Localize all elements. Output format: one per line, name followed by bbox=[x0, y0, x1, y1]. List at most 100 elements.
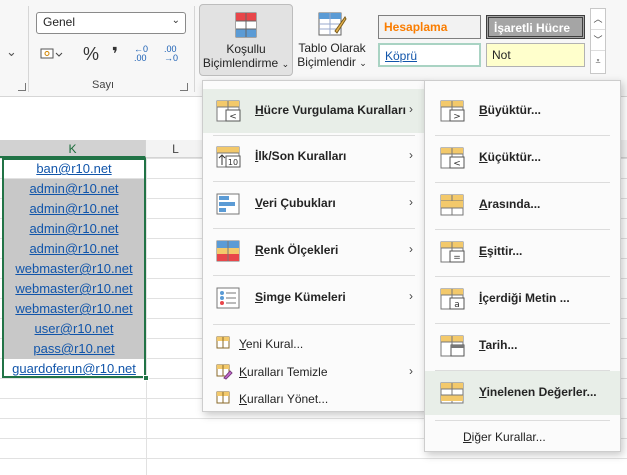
svg-text:>: > bbox=[453, 112, 461, 122]
chevron-right-icon: › bbox=[409, 289, 413, 303]
menu-item-new-rule[interactable]: Yeni Kural... bbox=[203, 331, 425, 357]
menu-item-clear-rules[interactable]: Kuralları Temizle › bbox=[203, 359, 425, 385]
chevron-right-icon: › bbox=[409, 195, 413, 209]
color-scales-icon bbox=[216, 240, 240, 262]
top-bottom-icon-wrap: 10 bbox=[215, 145, 243, 172]
less-than-icon-wrap: < bbox=[439, 146, 467, 173]
clear-rules-icon-wrap bbox=[215, 363, 233, 384]
column-header-l[interactable]: L bbox=[146, 140, 206, 158]
menu-item-label: Yeni Kural... bbox=[239, 337, 304, 351]
format-as-table-label-1: Tablo Olarak bbox=[298, 41, 366, 55]
column-header-k[interactable]: K bbox=[0, 140, 146, 158]
gallery-down-icon[interactable]: ﹀ bbox=[591, 30, 605, 51]
number-format-buttons: % ❜ ←0 .00 .00 →0 bbox=[36, 42, 192, 68]
style-hyperlink[interactable]: Köprü bbox=[378, 43, 481, 67]
submenu-item-equal-to[interactable]: = Eşittir... bbox=[425, 230, 620, 274]
menu-item-manage-rules[interactable]: Kuralları Yönet... bbox=[203, 386, 425, 412]
highlight-cells-icon: < bbox=[216, 100, 241, 122]
menu-item-data-bars[interactable]: Veri Çubukları › bbox=[203, 182, 425, 226]
style-check-cell[interactable]: İşaretli Hücre bbox=[486, 15, 585, 39]
svg-text:a: a bbox=[454, 300, 460, 310]
decrease-decimal-button[interactable]: .00 →0 bbox=[164, 42, 190, 66]
submenu-item-less-than[interactable]: < Küçüktür... bbox=[425, 136, 620, 180]
manage-rules-icon bbox=[216, 391, 230, 404]
format-as-table-icon bbox=[318, 12, 347, 36]
submenu-item-more-rules[interactable]: Diğer Kurallar... bbox=[425, 425, 620, 449]
menu-item-top-bottom[interactable]: 10 İlk/Son Kuralları › bbox=[203, 135, 425, 179]
styles-gallery-scroll[interactable]: ︿ ﹀ ⩡ bbox=[590, 8, 606, 74]
submenu-item-label: İçerdiği Metin ... bbox=[479, 291, 570, 305]
less-than-icon: < bbox=[440, 147, 465, 169]
chevron-right-icon: › bbox=[409, 242, 413, 256]
menu-item-color-scales[interactable]: Renk Ölçekleri › bbox=[203, 229, 425, 273]
number-format-value: Genel bbox=[43, 15, 76, 29]
grid-line bbox=[0, 458, 627, 459]
menu-item-label: Simge Kümeleri bbox=[255, 290, 346, 304]
grid-line bbox=[146, 158, 147, 475]
accounting-format-button[interactable] bbox=[36, 42, 66, 66]
comma-style-button[interactable]: ❜ bbox=[104, 42, 126, 66]
menu-separator bbox=[435, 420, 610, 421]
chevron-right-icon: › bbox=[409, 148, 413, 162]
chevron-down-icon: ⌄ bbox=[171, 15, 180, 26]
date-occurring-icon-wrap bbox=[439, 334, 467, 361]
manage-rules-icon-wrap bbox=[215, 390, 233, 411]
duplicate-values-icon bbox=[440, 382, 464, 404]
increase-decimal-icon: ←0 .00 bbox=[134, 44, 149, 63]
conditional-formatting-label-1: Koşullu bbox=[226, 42, 266, 56]
percent-style-button[interactable]: % bbox=[80, 42, 102, 66]
text-contains-icon-wrap: a bbox=[439, 287, 467, 314]
menu-item-label: Veri Çubukları bbox=[255, 196, 336, 210]
number-format-dropdown[interactable]: Genel ⌄ bbox=[36, 12, 186, 34]
number-dialog-launcher-icon[interactable] bbox=[180, 83, 188, 91]
submenu-item-label: Tarih... bbox=[479, 338, 518, 352]
decrease-decimal-icon: .00 →0 bbox=[164, 44, 179, 63]
icon-sets-icon-wrap bbox=[215, 286, 243, 313]
svg-text:10: 10 bbox=[228, 158, 238, 167]
submenu-item-duplicate-values[interactable]: Yinelenen Değerler... bbox=[425, 371, 620, 415]
submenu-item-label: Eşittir... bbox=[479, 244, 523, 258]
menu-item-icon-sets[interactable]: Simge Kümeleri › bbox=[203, 276, 425, 320]
equal-to-icon: = bbox=[440, 241, 465, 263]
conditional-formatting-button[interactable]: Koşullu Biçimlendirme ⌄ bbox=[199, 4, 293, 76]
menu-item-label: Kuralları Yönet... bbox=[239, 392, 329, 406]
top-bottom-icon: 10 bbox=[216, 146, 241, 168]
date-occurring-icon bbox=[440, 335, 465, 357]
submenu-item-date-occurring[interactable]: Tarih... bbox=[425, 324, 620, 368]
submenu-item-label: Yinelenen Değerler... bbox=[479, 385, 597, 399]
highlight-rules-submenu: > Büyüktür... < Küçüktür... Arasında... = Eşit… bbox=[424, 80, 621, 452]
submenu-item-label: Büyüktür... bbox=[479, 103, 542, 117]
style-calculation[interactable]: Hesaplama bbox=[378, 15, 481, 39]
style-note[interactable]: Not bbox=[486, 43, 585, 67]
menu-item-label: İlk/Son Kuralları bbox=[255, 149, 347, 163]
chevron-right-icon: › bbox=[409, 364, 413, 378]
format-as-table-button[interactable]: Tablo Olarak Biçimlendir ⌄ bbox=[296, 4, 368, 76]
submenu-item-label: Küçüktür... bbox=[479, 150, 542, 164]
submenu-item-greater-than[interactable]: > Büyüktür... bbox=[425, 89, 620, 133]
equal-to-icon-wrap: = bbox=[439, 240, 467, 267]
fill-handle[interactable] bbox=[143, 375, 149, 381]
icon-sets-icon bbox=[216, 287, 240, 309]
submenu-item-text-contains[interactable]: a İçerdiği Metin ... bbox=[425, 277, 620, 321]
menu-item-label: Hücre Vurgulama Kuralları bbox=[255, 103, 406, 117]
svg-text:<: < bbox=[229, 112, 237, 122]
gallery-more-icon[interactable]: ⩡ bbox=[591, 51, 605, 72]
ribbon-separator bbox=[28, 6, 29, 92]
data-bars-icon bbox=[216, 193, 240, 215]
ribbon-scroll-left-icon[interactable]: ⌄ bbox=[6, 44, 17, 60]
increase-decimal-button[interactable]: ←0 .00 bbox=[134, 42, 160, 66]
menu-item-label: Kuralları Temizle bbox=[239, 365, 328, 379]
conditional-formatting-icon bbox=[235, 12, 257, 38]
menu-item-highlight-cells[interactable]: < Hücre Vurgulama Kuralları › bbox=[203, 89, 425, 133]
gallery-up-icon[interactable]: ︿ bbox=[591, 9, 605, 30]
new-rule-icon bbox=[216, 336, 230, 349]
clear-rules-icon bbox=[216, 364, 233, 380]
currency-icon bbox=[40, 48, 63, 59]
dialog-launcher-icon[interactable] bbox=[18, 83, 26, 91]
between-icon-wrap bbox=[439, 193, 467, 220]
conditional-formatting-label-2: Biçimlendirme ⌄ bbox=[202, 56, 290, 70]
ribbon-separator bbox=[194, 6, 195, 92]
selection-range bbox=[2, 158, 146, 378]
conditional-formatting-menu: < Hücre Vurgulama Kuralları › 10 İlk/Son Kur… bbox=[202, 80, 426, 412]
submenu-item-between[interactable]: Arasında... bbox=[425, 183, 620, 227]
